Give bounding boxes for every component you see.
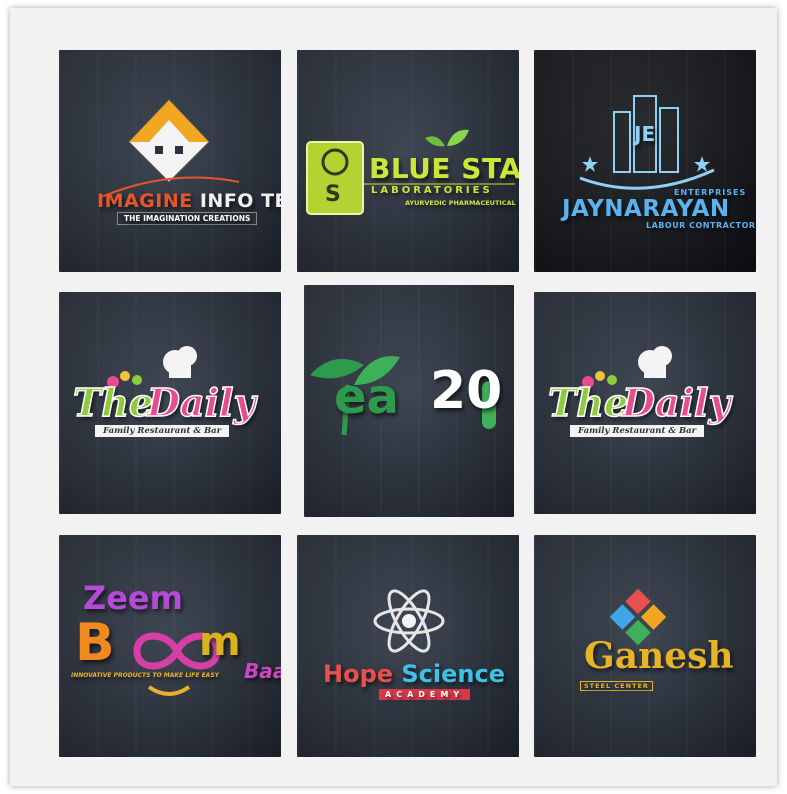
logo-tile-zeem-boom-baa[interactable]: Zeem B m Baa INNOVATIVE PRODUCTS TO MAKE… [59,535,281,757]
logo-title: IMAGINE INFO TECH [97,190,281,212]
logo-subtitle: LABORATORIES [371,185,493,196]
title-science: Science [401,660,505,688]
logo-title-the: The [72,379,154,426]
logo-word-baa: Baa [244,659,281,683]
house-roof-icon [98,99,240,199]
logo-tagline: AYURVEDIC PHARMACEUTICAL [405,199,516,207]
logo-title-daily: Daily [146,379,256,426]
logo-title-the: The [547,379,629,426]
logo-tile-the-daily-2[interactable]: The Daily Family Restaurant & Bar [534,292,756,514]
gallery-frame: IMAGINE INFO TECH THE IMAGINATION CREATI… [10,8,777,786]
logo-tagline: Family Restaurant & Bar [570,425,705,437]
logo-title: Ganesh [584,635,734,677]
building-star-icon [579,95,715,190]
logo-tagline: THE IMAGINATION CREATIONS [117,212,258,225]
logo-mark: S [325,182,341,207]
logo-tile-the-daily-1[interactable]: The Daily Family Restaurant & Bar [59,292,281,514]
logo-tile-yea-20[interactable]: ea 20 [304,285,514,517]
logo-word: ea [334,369,399,425]
logo-title-daily: Daily [621,379,731,426]
logo-tagline: STEEL CENTER [580,681,653,691]
logo-tagline: ACADEMY [379,689,471,700]
logo-letter-b: B [75,613,115,673]
atom-icon [373,589,445,653]
logo-title: JAYNARAYAN [562,196,730,222]
logo-tagline: INNOVATIVE PRODUCTS TO MAKE LIFE EASY [71,672,219,679]
title-rest: INFO TECH [199,190,281,212]
logo-tile-ganesh[interactable]: Ganesh STEEL CENTER [534,535,756,757]
logo-tile-hope-science[interactable]: Hope Science ACADEMY [297,535,519,757]
logo-monogram: JE [634,122,656,146]
logo-tile-blue-star[interactable]: S BLUE STAR LABORATORIES AYURVEDIC PHARM… [297,50,519,272]
title-hope: Hope [323,660,402,688]
logo-title: Hope Science [323,660,505,688]
logo-number: 20 [430,361,503,421]
logo-tagline: LABOUR CONTRACTOR [646,221,756,230]
logo-tagline: Family Restaurant & Bar [95,425,230,437]
title-highlight: IMAGINE [97,190,193,212]
logo-title: BLUE STAR [369,152,519,185]
logo-word-zeem: Zeem [83,579,183,617]
logo-letter-m: m [199,619,241,665]
logo-tile-jaynarayan[interactable]: JE ENTERPRISES JAYNARAYAN LABOUR CONTRAC… [534,50,756,272]
logo-tile-imagine-info-tech[interactable]: IMAGINE INFO TECH THE IMAGINATION CREATI… [59,50,281,272]
